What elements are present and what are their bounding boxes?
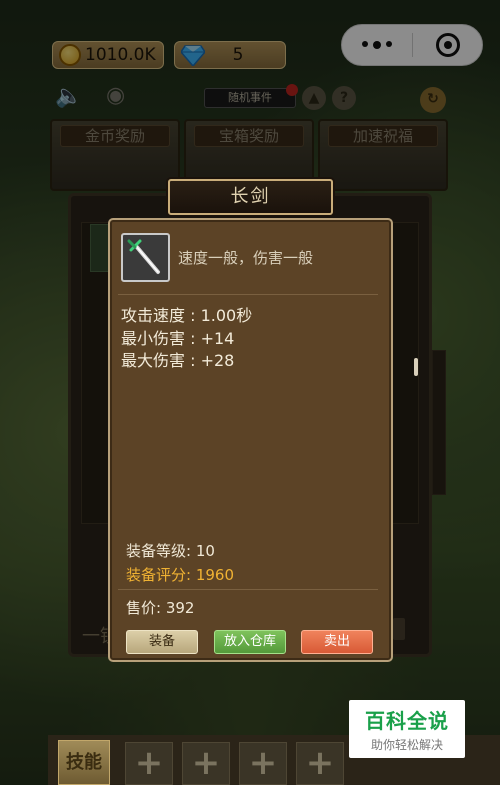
item-description: 速度一般，伤害一般	[178, 249, 314, 267]
sell-price: 售价: 392	[126, 599, 195, 617]
scroll-indicator[interactable]	[414, 358, 418, 376]
watermark-subtitle: 助你轻松解决	[370, 738, 443, 752]
equip-button[interactable]: 装备	[126, 630, 198, 654]
sword-icon	[127, 239, 160, 274]
stat-max-damage: 最大伤害 : +28	[121, 351, 235, 370]
item-icon-frame	[121, 233, 170, 282]
skill-slot-2[interactable]: +	[182, 742, 230, 785]
skill-slot-3[interactable]: +	[239, 742, 287, 785]
watermark-logo: 百科全说 助你轻松解决	[349, 700, 465, 758]
stat-min-damage: 最小伤害 : +14	[121, 329, 235, 348]
equipment-rating: 装备评分: 1960	[126, 566, 234, 584]
store-in-warehouse-button[interactable]: 放入仓库	[214, 630, 286, 654]
skill-slot-1[interactable]: +	[125, 742, 173, 785]
divider	[118, 294, 378, 295]
sell-button[interactable]: 卖出	[301, 630, 373, 654]
stat-attack-speed: 攻击速度 : 1.00秒	[121, 306, 253, 325]
divider	[118, 589, 378, 590]
skill-slot-4[interactable]: +	[296, 742, 344, 785]
skill-tab-button[interactable]: 技能	[58, 740, 110, 785]
watermark-title: 百科全说	[365, 709, 449, 733]
equipment-level: 装备等级: 10	[126, 542, 215, 560]
item-title-banner: 长剑	[168, 179, 333, 215]
item-detail-popup	[108, 218, 393, 662]
